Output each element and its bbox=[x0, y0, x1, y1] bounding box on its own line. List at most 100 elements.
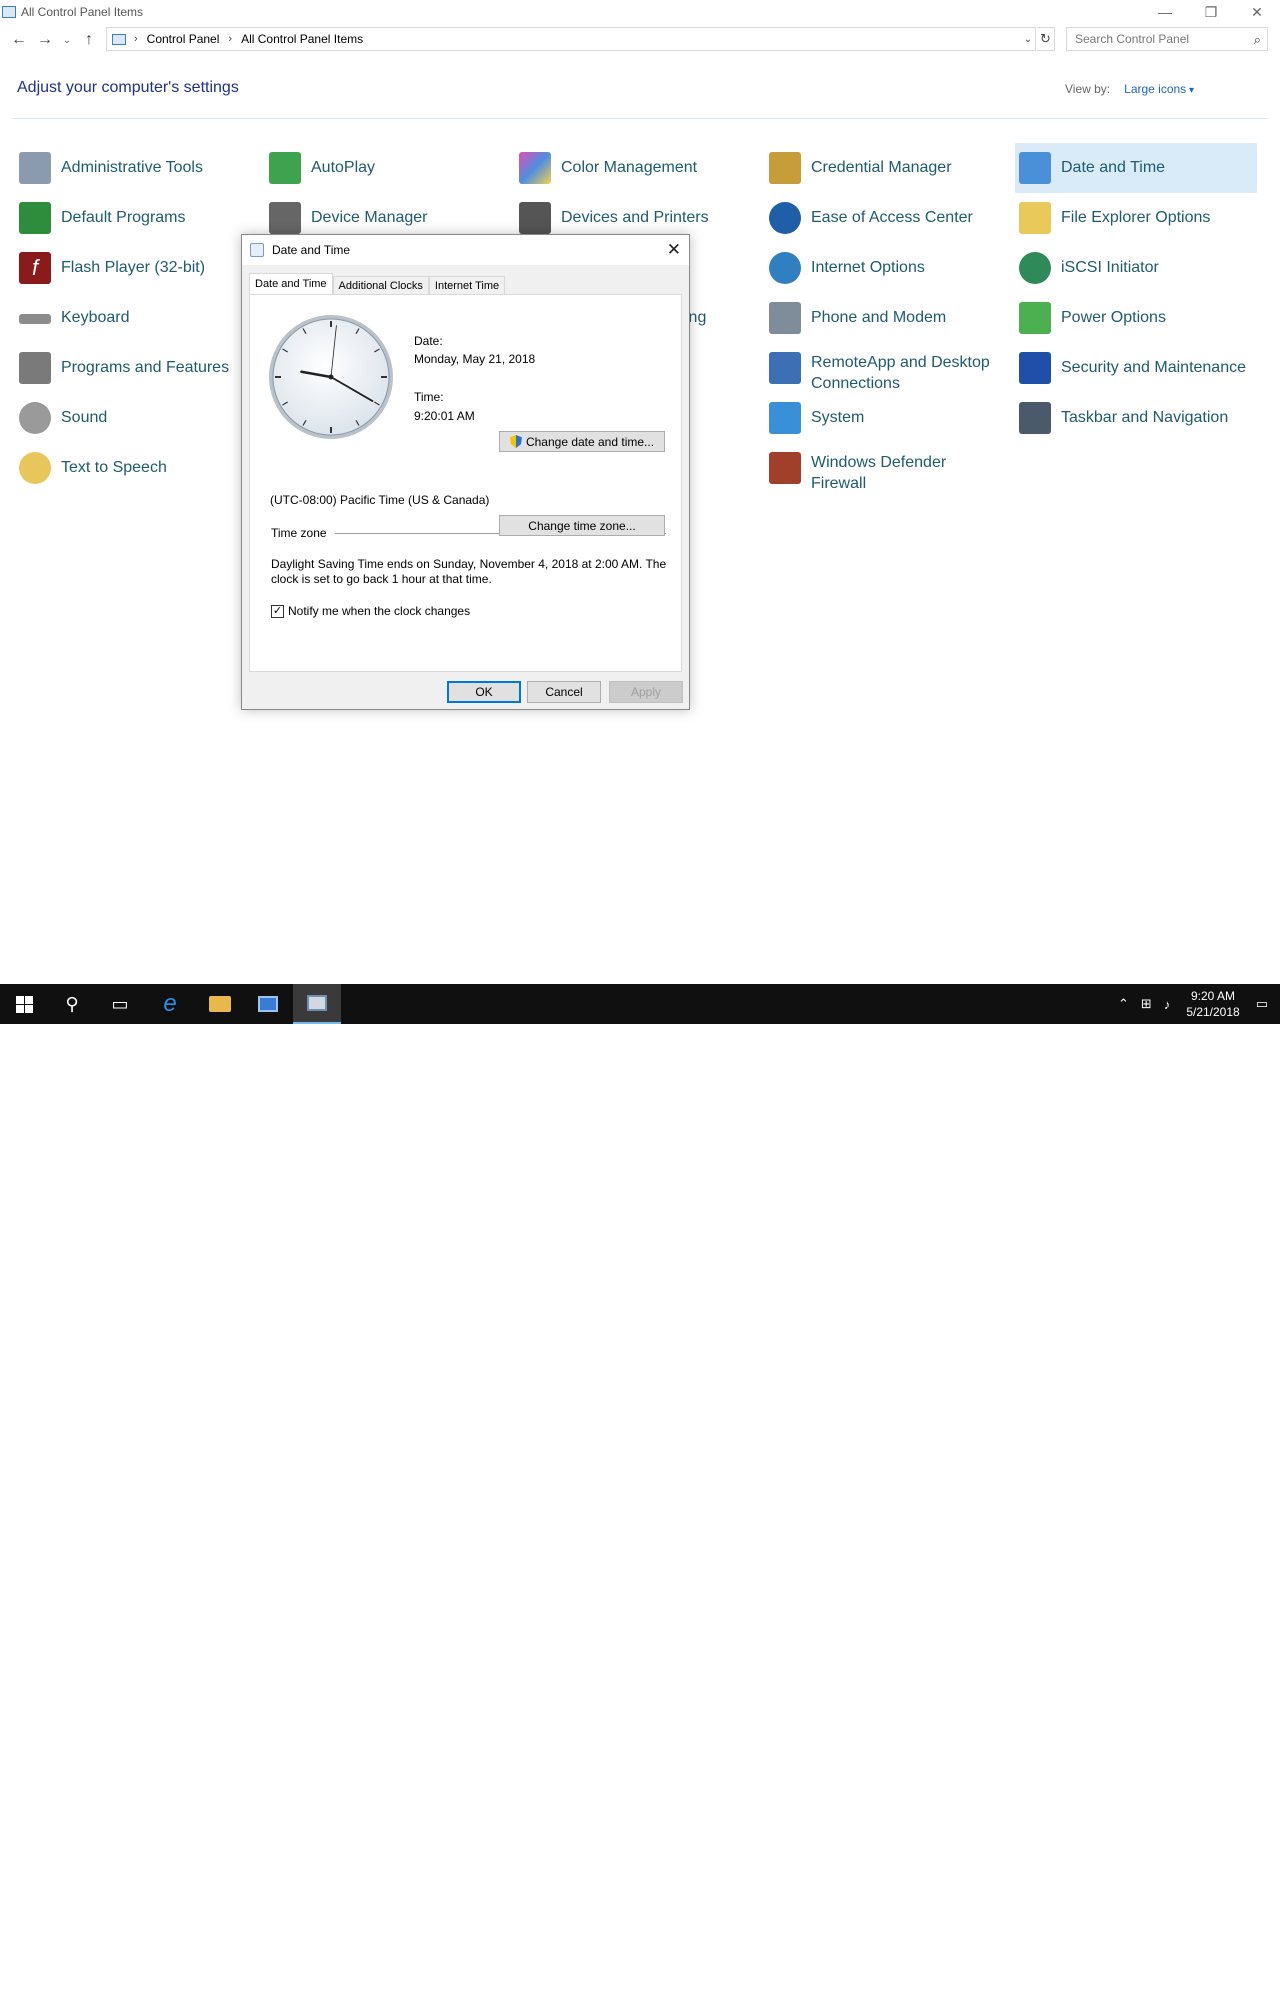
apply-button[interactable]: Apply bbox=[609, 681, 683, 703]
timezone-value: (UTC-08:00) Pacific Time (US & Canada) bbox=[270, 493, 490, 507]
item-ease-of-access[interactable]: Ease of Access Center bbox=[765, 193, 1007, 243]
start-button[interactable] bbox=[0, 984, 48, 1024]
ok-button[interactable]: OK bbox=[447, 681, 521, 703]
recent-locations-button[interactable]: ⌄ bbox=[58, 26, 76, 54]
control-panel-taskbar-icon[interactable] bbox=[244, 984, 292, 1024]
address-bar[interactable]: › Control Panel › All Control Panel Item… bbox=[106, 27, 1036, 51]
file-explorer-icon[interactable] bbox=[196, 984, 244, 1024]
taskbar-date: 5/21/2018 bbox=[1186, 1005, 1240, 1019]
date-time-taskbar-icon[interactable] bbox=[293, 984, 341, 1024]
dialog-close-button[interactable]: ✕ bbox=[667, 240, 681, 260]
tab-internet-time[interactable]: Internet Time bbox=[428, 276, 506, 295]
close-window-button[interactable]: ✕ bbox=[1234, 0, 1280, 24]
date-time-icon bbox=[1019, 152, 1051, 184]
breadcrumb-separator[interactable]: › bbox=[228, 33, 232, 45]
breadcrumb-all-items[interactable]: All Control Panel Items bbox=[241, 32, 363, 46]
remoteapp-icon bbox=[769, 352, 801, 384]
dialog-tabs: Date and Time Additional Clocks Internet… bbox=[249, 273, 506, 295]
taskbar-time: 9:20 AM bbox=[1190, 989, 1236, 1003]
item-system[interactable]: System bbox=[765, 393, 1007, 443]
item-partial-hidden[interactable]: ing bbox=[681, 293, 741, 343]
system-tray: ⌃ ⊞ ♪ 9:20 AM 5/21/2018 ▭ bbox=[1112, 984, 1280, 1024]
change-date-time-button[interactable]: Change date and time... bbox=[499, 431, 665, 452]
item-security-and-maintenance[interactable]: Security and Maintenance bbox=[1015, 343, 1257, 393]
change-date-time-label: Change date and time... bbox=[525, 434, 655, 449]
item-credential-manager[interactable]: Credential Manager bbox=[765, 143, 1007, 193]
item-date-and-time[interactable]: Date and Time bbox=[1015, 143, 1257, 193]
item-keyboard[interactable]: Keyboard bbox=[15, 293, 257, 343]
analog-clock bbox=[269, 315, 393, 439]
item-taskbar-and-navigation[interactable]: Taskbar and Navigation bbox=[1015, 393, 1257, 443]
item-iscsi-initiator[interactable]: iSCSI Initiator bbox=[1015, 243, 1257, 293]
cancel-button[interactable]: Cancel bbox=[527, 681, 601, 703]
taskbar-navigation-icon bbox=[1019, 402, 1051, 434]
item-sound[interactable]: Sound bbox=[15, 393, 257, 443]
volume-icon[interactable]: ♪ bbox=[1164, 997, 1171, 1012]
item-autoplay[interactable]: AutoPlay bbox=[265, 143, 507, 193]
action-center-icon[interactable]: ▭ bbox=[1256, 996, 1268, 1012]
windows-logo-icon bbox=[15, 995, 33, 1013]
window-title: All Control Panel Items bbox=[21, 5, 144, 19]
programs-features-icon bbox=[19, 352, 51, 384]
breadcrumb-separator[interactable]: › bbox=[134, 33, 138, 45]
item-flash-player[interactable]: f Flash Player (32-bit) bbox=[15, 243, 257, 293]
view-by-dropdown[interactable]: Large icons bbox=[1124, 82, 1194, 96]
item-default-programs[interactable]: Default Programs bbox=[15, 193, 257, 243]
tab-date-and-time[interactable]: Date and Time bbox=[249, 273, 333, 295]
device-manager-icon bbox=[269, 202, 301, 234]
forward-button[interactable]: → bbox=[32, 26, 58, 54]
watermark-text: TheCollectionBook bbox=[1092, 1972, 1244, 1992]
view-by-label: View by: bbox=[1065, 82, 1111, 96]
item-phone-and-modem[interactable]: Phone and Modem bbox=[765, 293, 1007, 343]
change-timezone-button[interactable]: Change time zone... bbox=[499, 515, 665, 536]
notify-checkbox[interactable]: ✓ bbox=[271, 604, 284, 618]
search-taskbar-icon[interactable]: ⚲ bbox=[48, 984, 96, 1024]
phone-modem-icon bbox=[769, 302, 801, 334]
dst-notice: Daylight Saving Time ends on Sunday, Nov… bbox=[271, 557, 667, 586]
item-color-management[interactable]: Color Management bbox=[515, 143, 757, 193]
internet-explorer-icon[interactable]: e bbox=[146, 984, 194, 1024]
search-placeholder: Search Control Panel bbox=[1075, 32, 1190, 46]
ease-of-access-icon bbox=[769, 202, 801, 234]
date-label: Date: bbox=[414, 334, 443, 348]
item-file-explorer-options[interactable]: File Explorer Options bbox=[1015, 193, 1257, 243]
control-panel-app-icon bbox=[2, 6, 16, 18]
network-icon[interactable]: ⊞ bbox=[1141, 996, 1152, 1012]
search-input[interactable]: Search Control Panel ⌕ bbox=[1066, 27, 1268, 51]
task-view-icon[interactable]: ▭ bbox=[96, 984, 144, 1024]
up-button[interactable]: ↑ bbox=[76, 26, 102, 54]
restore-button[interactable]: ❐ bbox=[1188, 0, 1234, 24]
address-dropdown-icon[interactable]: ⌄ bbox=[1021, 28, 1035, 50]
back-button[interactable]: ← bbox=[6, 26, 32, 54]
item-power-options[interactable]: Power Options bbox=[1015, 293, 1257, 343]
uac-shield-icon bbox=[509, 435, 522, 448]
firewall-icon bbox=[769, 452, 801, 484]
taskbar-clock[interactable]: 9:20 AM 5/21/2018 bbox=[1186, 988, 1239, 1020]
notify-label[interactable]: Notify me when the clock changes bbox=[288, 604, 470, 618]
item-windows-defender-firewall[interactable]: Windows Defender Firewall bbox=[765, 443, 1007, 493]
minimize-button[interactable]: — bbox=[1142, 0, 1188, 24]
item-internet-options[interactable]: Internet Options bbox=[765, 243, 1007, 293]
notify-option[interactable]: ✓ Notify me when the clock changes bbox=[271, 604, 470, 618]
search-icon[interactable]: ⌕ bbox=[1254, 32, 1261, 48]
iscsi-initiator-icon bbox=[1019, 252, 1051, 284]
navigation-bar: ← → ⌄ ↑ › Control Panel › All Control Pa… bbox=[0, 24, 1280, 56]
time-value: 9:20:01 AM bbox=[414, 409, 475, 423]
date-value: Monday, May 21, 2018 bbox=[414, 352, 536, 366]
item-text-to-speech[interactable]: Text to Speech bbox=[15, 443, 257, 493]
refresh-button[interactable]: ↻ bbox=[1037, 27, 1055, 51]
internet-options-icon bbox=[769, 252, 801, 284]
sound-icon bbox=[19, 402, 51, 434]
dialog-title: Date and Time bbox=[272, 243, 351, 257]
item-programs-and-features[interactable]: Programs and Features bbox=[15, 343, 257, 393]
tab-additional-clocks[interactable]: Additional Clocks bbox=[332, 276, 429, 295]
power-options-icon bbox=[1019, 302, 1051, 334]
credential-manager-icon bbox=[769, 152, 801, 184]
item-administrative-tools[interactable]: Administrative Tools bbox=[15, 143, 257, 193]
clock-center bbox=[328, 374, 334, 380]
item-remoteapp[interactable]: RemoteApp and Desktop Connections bbox=[765, 343, 1007, 393]
view-by: View by: Large icons bbox=[1065, 82, 1194, 96]
devices-printers-icon bbox=[519, 202, 551, 234]
breadcrumb-control-panel[interactable]: Control Panel bbox=[147, 32, 220, 46]
show-hidden-icons-icon[interactable]: ⌃ bbox=[1118, 996, 1129, 1012]
